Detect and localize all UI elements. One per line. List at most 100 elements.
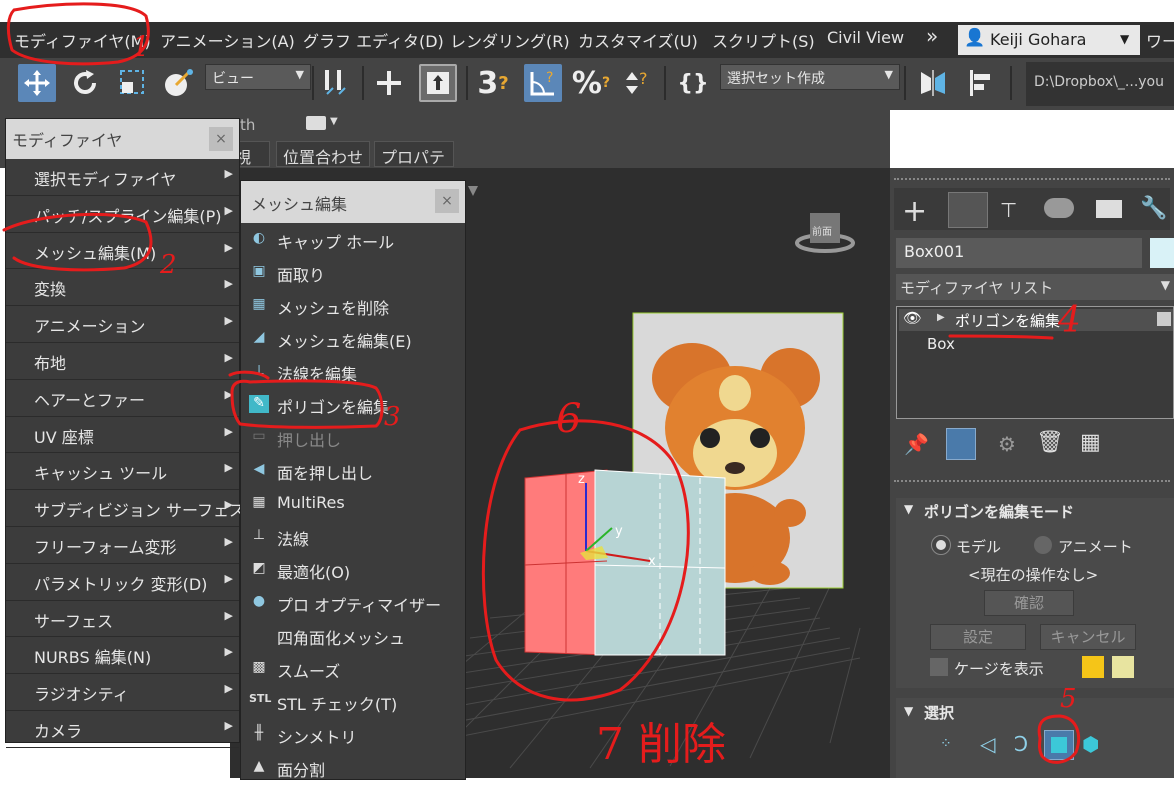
expand-arrow-icon[interactable]: ▶ (937, 312, 945, 323)
select-manipulate-icon[interactable] (370, 64, 408, 102)
show-end-result-icon[interactable] (946, 428, 976, 460)
reference-coord-dropdown[interactable]: ビュー (205, 64, 311, 90)
menu-item-edit-poly[interactable]: ✎ ポリゴンを編集 (241, 388, 465, 421)
menu-more-icon[interactable]: » (926, 24, 938, 48)
menu-item-cap-holes[interactable]: ◐ キャップ ホール (241, 223, 465, 256)
mirror-icon[interactable] (914, 64, 952, 102)
workspace-label[interactable]: ワー (1146, 28, 1174, 52)
menu-item-parametric[interactable]: パラメトリック 変形(D) ▶ (6, 564, 239, 601)
polygon-icon[interactable] (1044, 730, 1074, 760)
menu-item-stl-check[interactable]: STL STL チェック(T) (241, 685, 465, 718)
settings-button[interactable]: 設定 (930, 624, 1026, 650)
menu-item-selection-modifiers[interactable]: 選択モディファイヤ ▶ (6, 159, 239, 196)
menu-item-surface[interactable]: サーフェス ▶ (6, 601, 239, 638)
menu-item-face-extrude[interactable]: ◀ 面を押し出し (241, 454, 465, 487)
menu-item-optimize[interactable]: ◩ 最適化(O) (241, 553, 465, 586)
remove-modifier-icon[interactable]: 🗑 (1036, 430, 1064, 455)
menu-item-hair-fur[interactable]: ヘアーとファー ▶ (6, 380, 239, 417)
menu-civil-view[interactable]: Civil View (827, 28, 904, 47)
make-unique-icon[interactable]: ⚙ (998, 432, 1016, 456)
vertex-icon[interactable]: ⁘ (940, 736, 952, 752)
menu-item-subdivision[interactable]: サブディビジョン サーフェス ▶ (6, 490, 245, 527)
angle-snap-icon[interactable]: ? (524, 64, 562, 102)
tab-partial[interactable]: th (240, 116, 255, 134)
menu-item-quadify[interactable]: 四角面化メッシュ (241, 619, 465, 652)
menu-item-patch-spline[interactable]: パッチ/スプライン編集(P) ▶ (6, 196, 239, 233)
motion-tab-icon[interactable] (1044, 198, 1074, 218)
stack-toggle[interactable] (1157, 312, 1171, 326)
radio-animate[interactable] (1034, 536, 1052, 554)
display-icon[interactable] (306, 116, 326, 130)
modifier-list-dropdown[interactable]: モディファイヤ リスト ▼ (896, 274, 1174, 300)
menu-item-pro-optimizer[interactable]: ● プロ オプティマイザー (241, 586, 465, 619)
menu-item-nurbs[interactable]: NURBS 編集(N) ▶ (6, 637, 239, 675)
percent-snap-icon[interactable]: %? (572, 64, 610, 102)
stack-item-edit-poly[interactable]: 👁 ▶ ポリゴンを編集 (899, 309, 1173, 331)
menu-item-conversion[interactable]: 変換 ▶ (6, 269, 239, 307)
element-icon[interactable]: ⬢ (1082, 732, 1099, 756)
keyboard-shortcut-toggle-icon[interactable] (419, 64, 457, 102)
menu-item-symmetry[interactable]: ╫ シンメトリ (241, 718, 465, 751)
pivot-icon[interactable] (317, 64, 355, 102)
close-icon[interactable]: × (435, 189, 459, 213)
modify-tab-icon[interactable] (948, 192, 988, 228)
menu-item-edit-normals[interactable]: ⟂ 法線を編集 (241, 355, 465, 388)
rollout-title[interactable]: ポリゴンを編集モード (924, 501, 1074, 522)
rotate-icon[interactable] (66, 64, 104, 102)
menu-animation[interactable]: アニメーション(A) (160, 28, 295, 52)
menu-item-camera[interactable]: カメラ ▶ (6, 711, 239, 748)
menu-item-cache-tools[interactable]: キャッシュ ツール ▶ (6, 453, 239, 491)
menu-script[interactable]: スクリプト(S) (712, 28, 815, 52)
menu-item-ffd[interactable]: フリーフォーム変形 ▶ (6, 527, 239, 564)
menu-item-radiosity[interactable]: ラジオシティ ▶ (6, 674, 239, 711)
scale-icon[interactable] (114, 64, 152, 102)
snaps-toggle-icon[interactable]: 3? (474, 64, 512, 102)
menu-item-chamfer[interactable]: ▣ 面取り (241, 256, 465, 289)
hierarchy-tab-icon[interactable]: ⊤ (1000, 198, 1017, 222)
place-icon[interactable] (160, 64, 198, 102)
show-cage-checkbox[interactable] (930, 658, 948, 676)
menu-modifier[interactable]: モディファイヤ(M) (14, 28, 151, 52)
menu-item-multires[interactable]: ▦ MultiRes (241, 487, 465, 520)
object-name-field[interactable]: Box001 (896, 238, 1142, 268)
move-icon[interactable] (18, 64, 56, 102)
pin-stack-icon[interactable]: 📌 (904, 432, 929, 456)
menu-item-uv[interactable]: UV 座標 ▶ (6, 417, 239, 454)
menu-item-animation[interactable]: アニメーション ▶ (6, 306, 239, 343)
edge-icon[interactable]: ◁ (980, 732, 995, 756)
border-icon[interactable]: Ↄ (1014, 732, 1028, 756)
confirm-button[interactable]: 確認 (984, 590, 1074, 616)
menu-item-cloth[interactable]: 布地 ▶ (6, 343, 239, 380)
menu-item-tessellate[interactable]: ▲ 面分割 (241, 751, 465, 784)
menu-item-delete-mesh[interactable]: ▦ メッシュを削除 (241, 289, 465, 322)
menu-item-mesh-edit[interactable]: メッシュ編集(M) ▶ (6, 233, 239, 270)
tab-properties[interactable]: プロパティ (374, 141, 454, 191)
spinner-snap-icon[interactable]: ? (618, 64, 656, 102)
cage-color-2[interactable] (1112, 656, 1134, 678)
create-tab-icon[interactable]: + (902, 194, 927, 229)
utilities-tab-icon[interactable]: 🔧 (1140, 196, 1167, 221)
named-selection-dropdown[interactable]: 選択セット作成 (720, 64, 900, 90)
menu-rendering[interactable]: レンダリング(R) (450, 28, 570, 52)
object-color-swatch[interactable] (1150, 238, 1174, 268)
cancel-button[interactable]: キャンセル (1040, 624, 1136, 650)
tab-align[interactable]: 位置合わせ (276, 141, 370, 167)
user-account-button[interactable]: 👤 Keiji Gohara ▼ (958, 25, 1140, 55)
display-tab-icon[interactable] (1096, 200, 1122, 218)
selection-rollout-title[interactable]: 選択 (924, 702, 954, 723)
project-path[interactable]: D:\Dropbox\_...you (1026, 62, 1174, 106)
stack-item-box[interactable]: Box (927, 335, 955, 353)
menu-item-normals[interactable]: ⊥ 法線 (241, 520, 465, 553)
align-icon[interactable] (962, 64, 1000, 102)
menu-item-smooth[interactable]: ▩ スムーズ (241, 652, 465, 685)
edit-named-selection-icon[interactable]: {} (674, 64, 712, 102)
edit-normals-icon: ⟂ (254, 362, 264, 378)
menu-graph-editor[interactable]: グラフ エディタ(D) (303, 28, 444, 52)
configure-sets-icon[interactable]: ▦ (1080, 430, 1101, 455)
eye-icon[interactable]: 👁 (903, 309, 922, 327)
close-icon[interactable]: × (209, 127, 233, 151)
radio-model[interactable] (931, 535, 951, 555)
menu-item-edit-mesh[interactable]: ◢ メッシュを編集(E) (241, 322, 465, 355)
cage-color-1[interactable] (1082, 656, 1104, 678)
menu-customize[interactable]: カスタマイズ(U) (578, 28, 698, 52)
